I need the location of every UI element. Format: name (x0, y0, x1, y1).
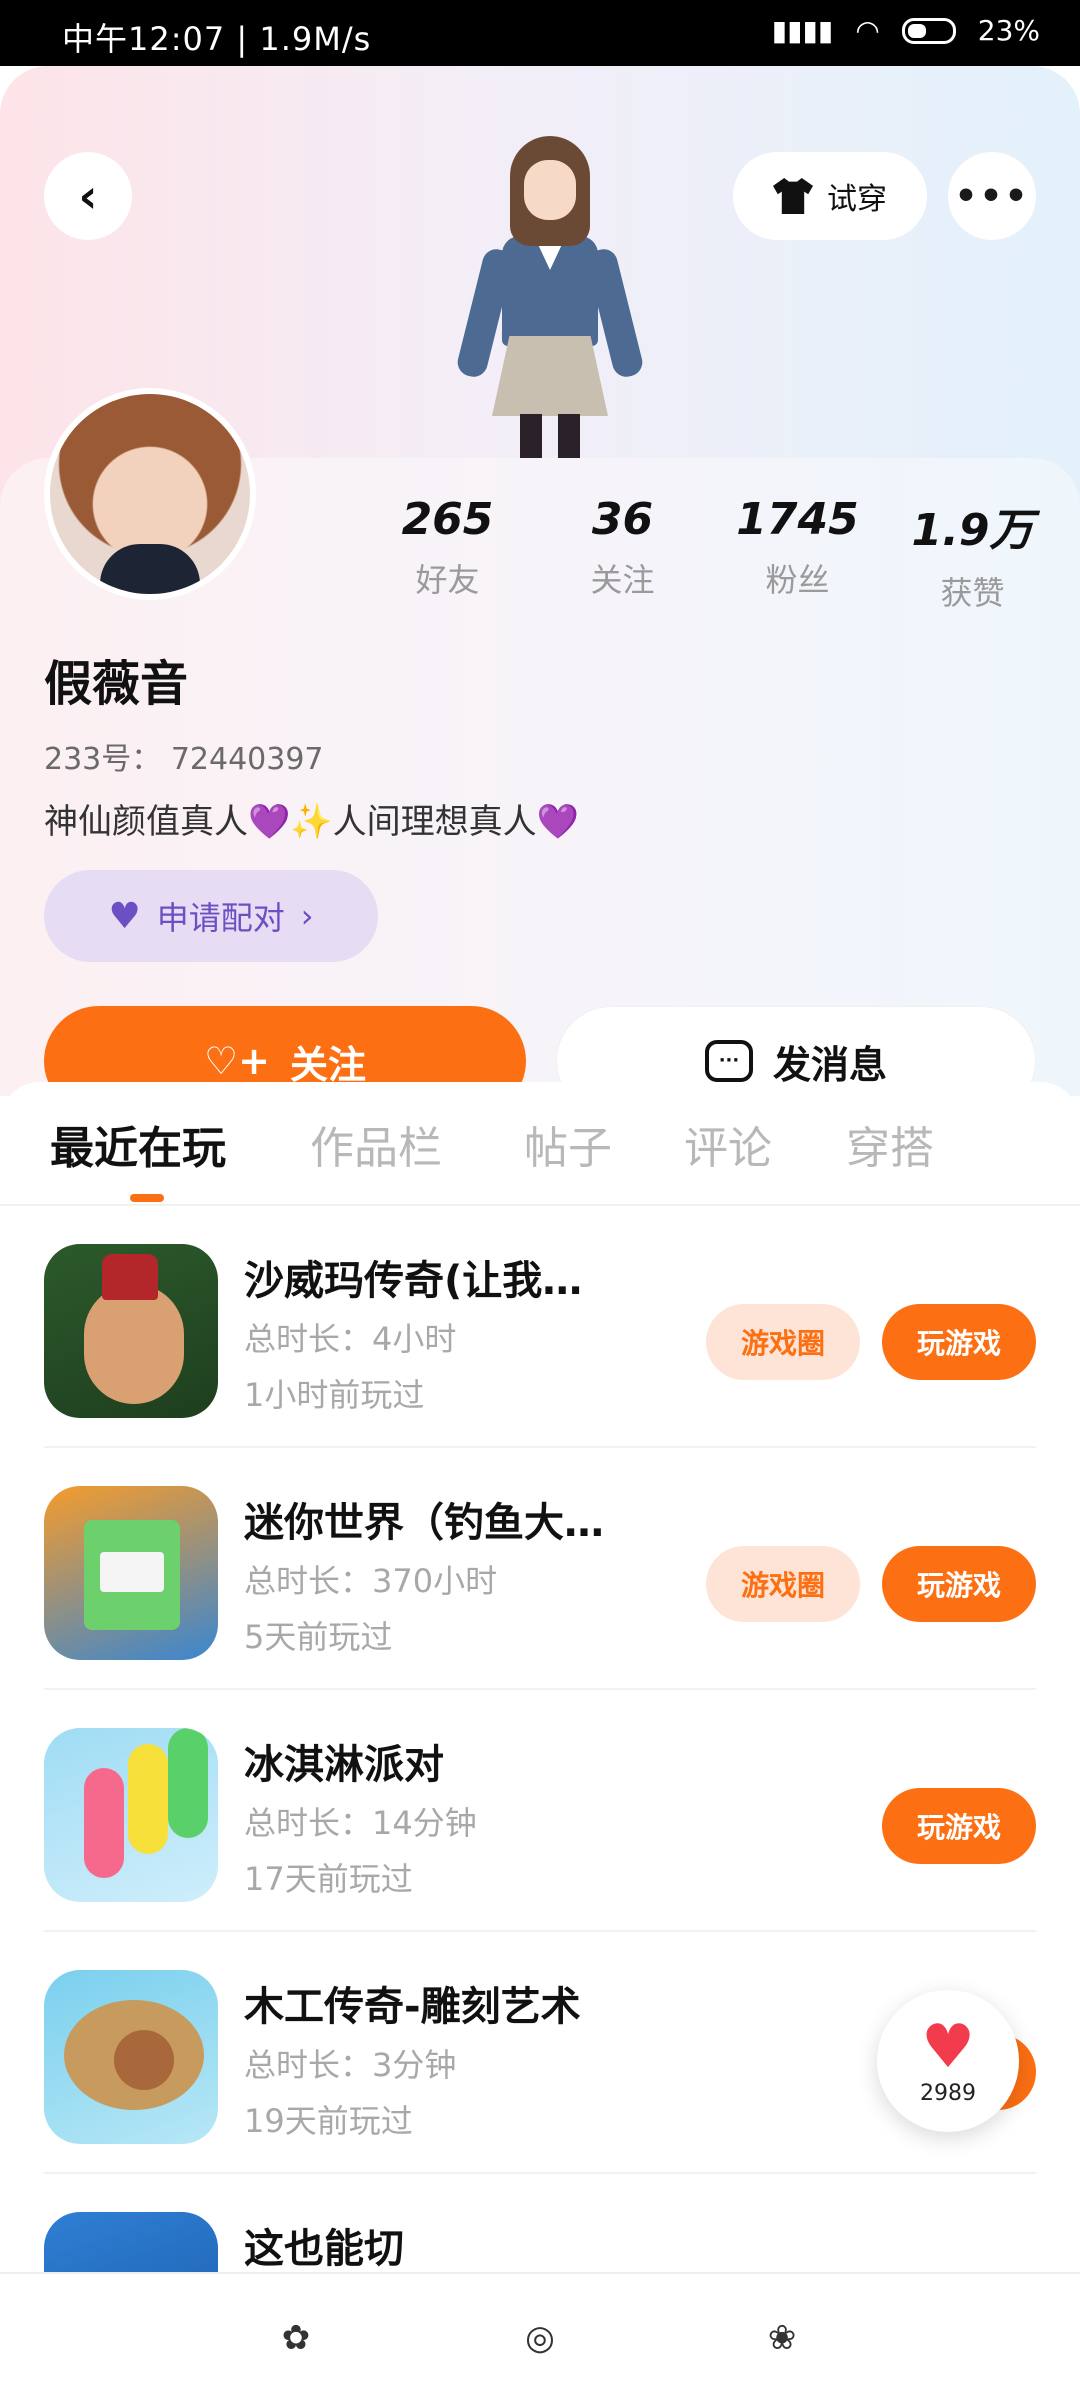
stat-label: 关注 (590, 561, 655, 599)
game-title: 这也能切 (244, 2226, 404, 2272)
clover-icon[interactable]: ❀ (762, 2318, 802, 2358)
cut-game-icon (44, 2212, 218, 2272)
game-title: 迷你世界（钓鱼大… (244, 1500, 604, 1546)
avatar-3d-figure[interactable] (440, 136, 660, 466)
stat-label: 获赞 (940, 574, 1005, 612)
game-last-played: 5天前玩过 (244, 1618, 393, 1656)
back-button[interactable]: ‹ (44, 152, 132, 240)
tab-indicator (130, 1194, 164, 1202)
stat-value: 1745 (736, 494, 859, 545)
tshirt-icon (773, 178, 813, 214)
user-id: 233号： 72440397 (44, 734, 324, 778)
bio: 神仙颜值真人💜✨人间理想真人💜 (44, 802, 580, 842)
play-game-button[interactable]: 玩游戏 (882, 1304, 1036, 1380)
game-row[interactable]: 迷你世界（钓鱼大… 总时长：370小时 5天前玩过 游戏圈 玩游戏 (44, 1446, 1036, 1690)
game-circle-button[interactable]: 游戏圈 (706, 1304, 860, 1380)
mini-world-icon (44, 1486, 218, 1660)
game-duration: 总时长：3分钟 (244, 2046, 457, 2084)
uid-value: 72440397 (170, 742, 324, 777)
shawarma-icon (44, 1244, 218, 1418)
game-title: 沙威玛传奇(让我… (244, 1258, 583, 1304)
stat-label: 好友 (415, 561, 480, 599)
stat-following[interactable]: 36 关注 (535, 494, 710, 614)
tab-outfits[interactable]: 穿搭 (846, 1112, 934, 1176)
stat-label: 粉丝 (765, 561, 830, 599)
chat-icon: ··· (704, 1040, 753, 1082)
tab-comments[interactable]: 评论 (684, 1112, 772, 1176)
flower-icon[interactable]: ✿ (276, 2318, 316, 2358)
try-on-label: 试穿 (827, 182, 887, 217)
game-title: 冰淇淋派对 (244, 1742, 444, 1788)
stat-value: 1.9万 (911, 505, 1034, 556)
game-duration: 总时长：4小时 (244, 1320, 457, 1358)
stat-fans[interactable]: 1745 粉丝 (710, 494, 885, 614)
ice-cream-icon (44, 1728, 218, 1902)
follow-label: 关注 (289, 1042, 366, 1087)
status-time: 中午12:07 | 1.9M/s (62, 20, 372, 58)
bottom-nav: ✿ ◎ ❀ (0, 2272, 1080, 2402)
profile-hero: ‹ 试穿 ••• 265 好友 36 关注 1745 粉丝 1.9万 获赞 假薇… (0, 66, 1080, 1096)
game-row[interactable]: 这也能切 (44, 2172, 1036, 2272)
add-heart-icon: ♡+ (204, 1039, 270, 1083)
game-duration: 总时长：14分钟 (244, 1804, 477, 1842)
chevron-left-icon: ‹ (78, 169, 98, 223)
stat-value: 36 (591, 494, 654, 545)
try-on-button[interactable]: 试穿 (733, 152, 927, 240)
game-row[interactable]: 沙威玛传奇(让我… 总时长：4小时 1小时前玩过 游戏圈 玩游戏 (44, 1204, 1036, 1448)
pig-icon[interactable]: ◎ (520, 2318, 560, 2358)
tab-recently-played[interactable]: 最近在玩 (50, 1112, 226, 1176)
woodwork-icon (44, 1970, 218, 2144)
heart-icon: ♥ (108, 895, 141, 937)
more-dots-icon: ••• (954, 175, 1030, 217)
game-row[interactable]: 冰淇淋派对 总时长：14分钟 17天前玩过 玩游戏 (44, 1688, 1036, 1932)
avatar[interactable] (44, 388, 256, 600)
tab-works[interactable]: 作品栏 (310, 1112, 442, 1176)
profile-stats: 265 好友 36 关注 1745 粉丝 1.9万 获赞 (360, 494, 1060, 614)
message-label: 发消息 (772, 1042, 887, 1087)
more-button[interactable]: ••• (948, 152, 1036, 240)
play-game-button[interactable]: 玩游戏 (882, 1546, 1036, 1622)
game-last-played: 17天前玩过 (244, 1860, 413, 1898)
game-title: 木工传奇-雕刻艺术 (244, 1984, 581, 2030)
tab-posts[interactable]: 帖子 (524, 1112, 612, 1176)
battery-icon (901, 17, 956, 44)
like-count: 2989 (920, 2080, 976, 2106)
profile-tabs: 最近在玩 作品栏 帖子 评论 穿搭 (0, 1082, 1080, 1206)
battery-level: 23% (977, 14, 1040, 47)
stat-likes[interactable]: 1.9万 获赞 (885, 494, 1060, 614)
heart-icon: ♥ (921, 2011, 975, 2082)
game-last-played: 19天前玩过 (244, 2102, 413, 2140)
username: 假薇音 (44, 656, 189, 712)
apply-pair-button[interactable]: ♥ 申请配对 › (44, 870, 378, 962)
stat-value: 265 (401, 494, 494, 545)
stat-friends[interactable]: 265 好友 (360, 494, 535, 614)
game-last-played: 1小时前玩过 (244, 1376, 425, 1414)
wifi-icon: ◠ (855, 14, 880, 47)
status-bar: 中午12:07 | 1.9M/s ▮▮▮▮ ◠ 23% (0, 0, 1080, 66)
chevron-right-icon: › (300, 897, 314, 935)
pair-label: 申请配对 (156, 899, 285, 937)
game-duration: 总时长：370小时 (244, 1562, 498, 1600)
game-circle-button[interactable]: 游戏圈 (706, 1546, 860, 1622)
signal-icon: ▮▮▮▮ (771, 14, 834, 47)
uid-label: 233号： (44, 742, 162, 777)
like-float-button[interactable]: ♥ 2989 (877, 1990, 1019, 2132)
play-game-button[interactable]: 玩游戏 (882, 1788, 1036, 1864)
